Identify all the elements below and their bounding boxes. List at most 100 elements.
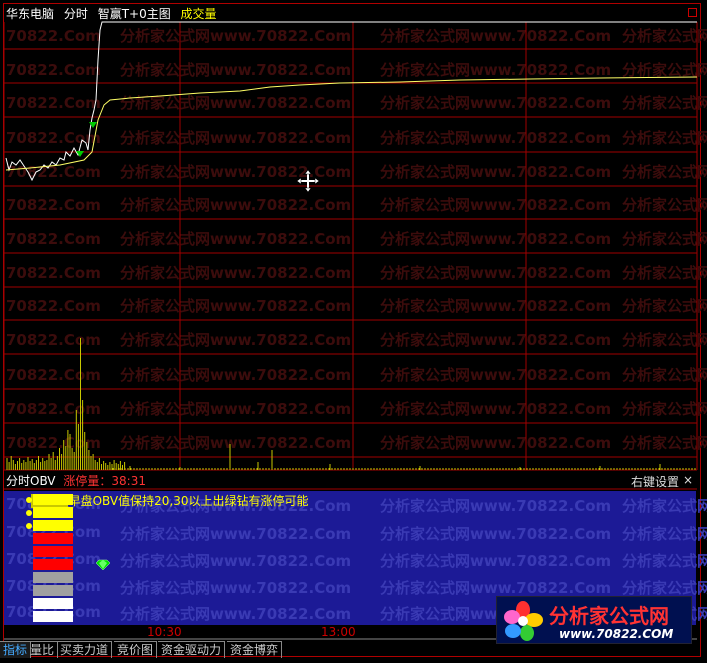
watermark-text: 分析家公式网www.70822.Com [380, 331, 611, 349]
watermark-text: 分析家公式网 [622, 366, 707, 384]
watermark-text: 分析家公式网 [622, 196, 707, 214]
watermark-text: 分析家公式网www.70822.Com [120, 129, 351, 147]
watermark-text: 分析家公式网www.70822.Com [380, 579, 612, 597]
watermark-text: 70822.Com [6, 196, 101, 214]
limit-label: 涨停量 [63, 474, 100, 488]
watermark-text: 分析家公式网 [622, 61, 707, 79]
sub-panel-header: 分时OBV 涨停量：38:31 [6, 474, 146, 488]
watermark-text: 分析家公式网 [622, 129, 707, 147]
watermark-text: 70822.Com [6, 400, 101, 418]
obv-bar [33, 507, 73, 518]
watermark-text: 分析家公式网www.70822.Com [120, 61, 351, 79]
obv-bar [33, 611, 73, 622]
obv-tip-text: 早盘OBV值保持20,30以上出绿钻有涨停可能 [68, 494, 309, 508]
watermark-text: 分析家公式网www.70822.Com [380, 434, 611, 452]
watermark-text: 分析家公式网www.70822.Com [120, 434, 351, 452]
watermark-text: 分析家公式网www.70822.Com [120, 366, 351, 384]
watermark-text: 分析家公式网www.70822.Com [120, 331, 351, 349]
watermark-text: 70822.Com [6, 331, 101, 349]
watermark-text: 分析家公式网www.70822.Com [380, 196, 611, 214]
watermark-text: 分析家公式网 [622, 163, 707, 181]
watermark-text: 分析家公式网www.70822.Com [380, 400, 611, 418]
watermark-text: 分析家公式网www.70822.Com [380, 552, 612, 570]
watermark-text: 分析家公式网 [622, 94, 707, 112]
watermark-text: 分析家公式网www.70822.Com [380, 163, 611, 181]
watermark-text: 分析家公式网www.70822.Com [380, 297, 611, 315]
time-label: 13:00 [321, 625, 356, 639]
average-price-line [5, 76, 698, 171]
watermark-text: 分析家公式网 [622, 264, 707, 282]
volume-label[interactable]: 成交量 [181, 7, 217, 21]
site-logo: 分析家公式网 www.70822.COM [496, 596, 692, 644]
watermark-text: 分析家公式网www.70822.Com [380, 27, 611, 45]
obv-bar [33, 494, 73, 505]
watermark-text: 70822.Com [6, 27, 101, 45]
watermark-text: 分析家公式网www.70822.Com [380, 525, 612, 543]
obv-bar [33, 533, 73, 544]
flower-logo-icon [504, 601, 543, 641]
limit-value: 38:31 [111, 474, 146, 488]
marker-dot [26, 497, 32, 503]
watermark-text: 分析家公式网www.70822.Com [380, 366, 611, 384]
logo-url: www.70822.COM [559, 627, 674, 641]
watermark-text: 分析家公式网www.70822.Com [380, 94, 611, 112]
watermark-text: 70822.Com [6, 94, 101, 112]
watermark-text: 分析家公式网 [622, 297, 707, 315]
watermark-text: 分析家公式网 [622, 400, 707, 418]
watermark-text: 分析家公式网www.70822.Com [120, 27, 351, 45]
watermark-text: 分析家公式网www.70822.Com [120, 579, 352, 597]
close-icon[interactable] [688, 8, 697, 17]
right-click-settings[interactable]: 右键设置 [631, 473, 679, 490]
obv-bar [33, 546, 73, 557]
mode-label[interactable]: 分时 [64, 7, 88, 21]
obv-bar [33, 585, 73, 596]
watermark-text: 分析家公式网www.70822.Com [120, 163, 351, 181]
watermark-text: 分析家公式网www.70822.Com [120, 400, 351, 418]
tab-buy-sell-force[interactable]: 买卖力道 [57, 641, 113, 658]
watermark-layer: 70822.Com 分析家公式网www.70822.Com 分析家公式网www.70… [6, 27, 707, 452]
tab-volume-ratio[interactable]: 量比 [27, 641, 59, 658]
watermark-text: 分析家公式网 [622, 434, 707, 452]
watermark-text: 分析家公式网www.70822.Com [120, 196, 351, 214]
watermark-text: 分析家公式网 [622, 230, 707, 248]
watermark-text: 70822.Com [6, 366, 101, 384]
watermark-text: 分析家公式网www.70822.Com [380, 61, 611, 79]
green-diamond-icon [95, 559, 111, 571]
watermark-text: 分析家公式网www.70822.Com [380, 230, 611, 248]
chart-header: 华东电脑 分时 智赢T+0主图 成交量 [6, 5, 223, 23]
watermark-text: 70822.Com [6, 264, 101, 282]
main-indicator-label[interactable]: 智赢T+0主图 [98, 7, 171, 21]
watermark-text: 70822.Com [6, 230, 101, 248]
watermark-text: 分析家公式网www.70822.Com [120, 230, 351, 248]
watermark-text: 分析家公式网 [622, 552, 707, 570]
sub-close-icon[interactable]: × [683, 473, 693, 487]
watermark-text: 分析家公式网 [622, 331, 707, 349]
obv-bar [33, 520, 73, 531]
watermark-text: 分析家公式网www.70822.Com [120, 552, 352, 570]
marker-dot [26, 510, 32, 516]
logo-title: 分析家公式网 [549, 604, 669, 628]
watermark-text: 分析家公式网www.70822.Com [120, 525, 352, 543]
watermark-text: 70822.Com [6, 297, 101, 315]
obv-bar [33, 572, 73, 583]
software-name: 华东电脑 [6, 7, 55, 21]
watermark-text: 分析家公式网www.70822.Com [120, 605, 352, 623]
watermark-text: 分析家公式网www.70822.Com [120, 297, 351, 315]
watermark-text: 70822.Com [6, 61, 101, 79]
watermark-text: 分析家公式网www.70822.Com [380, 129, 611, 147]
watermark-text: 分析家公式网 [622, 497, 707, 515]
watermark-text: 分析家公式网 [622, 27, 707, 45]
obv-bar [33, 559, 73, 570]
watermark-text: 分析家公式网www.70822.Com [120, 264, 351, 282]
sub-indicator-name[interactable]: 分时OBV [6, 474, 56, 488]
marker-dot [26, 523, 32, 529]
tab-fund-game[interactable]: 资金博弈 [227, 641, 283, 658]
watermark-text: 分析家公式网 [622, 579, 707, 597]
time-label: 10:30 [147, 625, 182, 639]
watermark-text: 分析家公式网www.70822.Com [380, 497, 612, 515]
watermark-text: 分析家公式网www.70822.Com [380, 264, 611, 282]
watermark-text: 分析家公式网 [622, 525, 707, 543]
obv-bar [33, 598, 73, 609]
tab-fund-drive[interactable]: 资金驱动力 [158, 641, 226, 658]
tab-auction[interactable]: 竞价图 [114, 641, 158, 658]
